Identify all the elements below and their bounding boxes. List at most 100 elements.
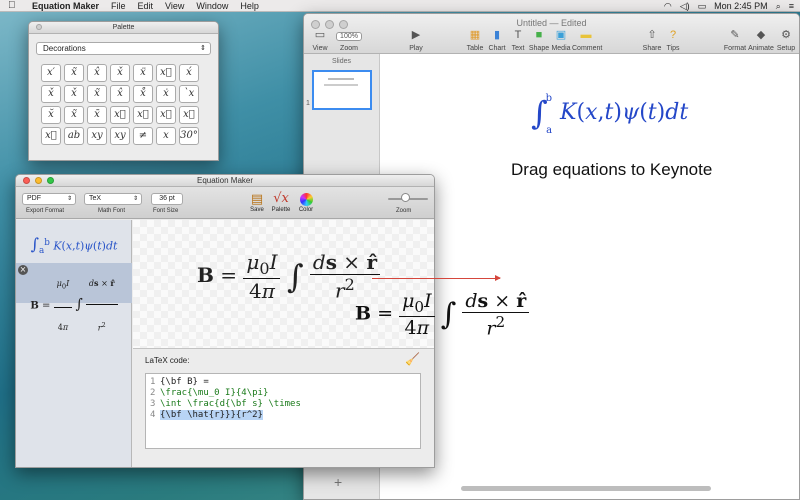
- palette-symbol-button[interactable]: x̃: [87, 85, 107, 103]
- broom-icon[interactable]: 🧹: [405, 352, 420, 366]
- palette-close-button[interactable]: [36, 24, 42, 30]
- export-format-select[interactable]: PDF ⇕: [22, 193, 76, 205]
- math-font-select[interactable]: TeX ⇕: [84, 193, 142, 205]
- palette-button[interactable]: √x Palette: [270, 191, 292, 213]
- palette-symbol-button[interactable]: x̂: [87, 64, 107, 82]
- share-icon: ⇧: [647, 29, 657, 41]
- palette-symbol-button[interactable]: ẋ: [156, 85, 176, 103]
- palette-symbol-button[interactable]: x̃: [64, 64, 84, 82]
- palette-symbol-button[interactable]: x⃛: [156, 64, 176, 82]
- tool-media[interactable]: ▣ Media: [550, 28, 572, 56]
- menu-clock[interactable]: Mon 2:45 PM: [714, 0, 768, 12]
- equation-list-item[interactable]: ∫ab K(x,t)ψ(t)dt: [16, 226, 132, 260]
- palette-symbol-button[interactable]: x́: [179, 64, 199, 82]
- close-button[interactable]: [23, 177, 30, 184]
- math-font-label: Math Font: [98, 208, 126, 214]
- palette-category-select[interactable]: Decorations ⇕: [36, 42, 211, 55]
- palette-symbol-button[interactable]: x̂: [110, 85, 130, 103]
- canvas-caption-text[interactable]: Drag equations to Keynote: [511, 160, 712, 180]
- volume-icon[interactable]: ◁): [680, 0, 690, 12]
- equation-maker-toolbar: PDF ⇕ Export Format TeX ⇕ Math Font 36 p…: [16, 187, 434, 219]
- keynote-toolbar: Untitled — Edited ▭ View 100% Zoom ▶ Pla…: [304, 14, 799, 54]
- tool-animate[interactable]: ◆ Animate: [748, 28, 774, 56]
- menu-help[interactable]: Help: [240, 0, 259, 12]
- palette-symbol-button[interactable]: x: [156, 127, 176, 145]
- palette-symbol-button[interactable]: x̌: [41, 85, 61, 103]
- menu-file[interactable]: File: [111, 0, 126, 12]
- palette-symbol-button[interactable]: x⃗: [110, 106, 130, 124]
- minimize-button[interactable]: [35, 177, 42, 184]
- drag-arrow-head: [495, 275, 501, 281]
- palette-symbol-button[interactable]: ab: [64, 127, 84, 145]
- slide-number: 1: [306, 100, 310, 107]
- latex-code-editor[interactable]: 1 {\bf B} = 2 \frac{\mu_0 I}{4\pi} 3 \int \…: [145, 373, 421, 449]
- palette-symbol-button[interactable]: `x: [179, 85, 199, 103]
- palette-symbol-button[interactable]: x̄: [87, 106, 107, 124]
- tool-zoom[interactable]: 100% Zoom: [334, 28, 364, 56]
- palette-symbol-button[interactable]: x⃡: [179, 106, 199, 124]
- color-button[interactable]: Color: [296, 191, 316, 213]
- tool-table[interactable]: ▦ Table: [464, 28, 486, 56]
- tool-share[interactable]: ⇧ Share: [641, 28, 663, 56]
- tool-chart[interactable]: ▮ Chart: [486, 28, 508, 56]
- palette-symbol-button[interactable]: x⃗: [41, 127, 61, 145]
- add-slide-button[interactable]: +: [334, 474, 342, 490]
- equation-list-item-selected[interactable]: × B = μ0I 4π ∫ ds × r̂ r2: [16, 263, 132, 333]
- palette-symbol-button[interactable]: xy: [110, 127, 130, 145]
- menu-app-name[interactable]: Equation Maker: [32, 1, 99, 11]
- export-format-label: Export Format: [26, 208, 65, 214]
- battery-icon[interactable]: ▭: [698, 0, 707, 12]
- horizontal-scrollbar[interactable]: [461, 486, 711, 491]
- play-icon: ▶: [411, 29, 421, 41]
- save-button[interactable]: ▤ Save: [248, 191, 266, 213]
- palette-symbol-button[interactable]: x⃡: [133, 106, 153, 124]
- code-line: 4 {\bf \hat{r}}}{r^2}: [150, 410, 263, 420]
- palette-symbol-button[interactable]: ≠: [133, 127, 153, 145]
- comment-icon: ▬: [580, 29, 592, 41]
- palette-symbol-button[interactable]: 30°: [179, 127, 199, 145]
- palette-window: Palette Decorations ⇕ x′ x̃ x̂ x̌ ẍ x⃛ x́ x̌ x̌ x…: [28, 21, 219, 161]
- wifi-icon[interactable]: ◠: [664, 0, 672, 12]
- tool-tips[interactable]: ? Tips: [663, 28, 683, 56]
- slide-thumbnail[interactable]: [312, 70, 372, 110]
- notification-icon[interactable]: ≡: [789, 0, 794, 12]
- zoom-select[interactable]: 100%: [336, 32, 362, 41]
- zoom-slider-knob[interactable]: [401, 193, 410, 202]
- tool-text[interactable]: T Text: [508, 28, 528, 56]
- chevron-updown-icon: ⇕: [132, 196, 138, 202]
- view-icon: ▭: [314, 29, 326, 41]
- menu-edit[interactable]: Edit: [138, 0, 154, 12]
- canvas-equation-integral[interactable]: ∫baK(x,t)ψ(t)dt: [531, 93, 688, 136]
- palette-symbol-button[interactable]: x′: [41, 64, 61, 82]
- zoom-button[interactable]: [47, 177, 54, 184]
- zoom-label: Zoom: [396, 208, 412, 214]
- tool-shape[interactable]: ■ Shape: [528, 28, 550, 56]
- palette-symbol-button[interactable]: x̃: [64, 106, 84, 124]
- slide-canvas[interactable]: ∫baK(x,t)ψ(t)dt Drag equations to Keynot…: [381, 54, 799, 499]
- font-size-field[interactable]: 36 pt: [151, 193, 183, 205]
- tool-comment[interactable]: ▬ Comment: [572, 28, 602, 56]
- palette-title: Palette: [112, 24, 135, 31]
- palette-symbol-button[interactable]: x⃖: [156, 106, 176, 124]
- palette-symbol-button[interactable]: x̌: [64, 85, 84, 103]
- preview-equation[interactable]: B = μ0I 4π ∫ ds × r̂ r2: [197, 250, 380, 303]
- tool-format[interactable]: ✎ Format: [723, 28, 747, 56]
- apple-icon[interactable]: : [8, 0, 20, 12]
- latex-code-label: LaTeX code:: [145, 356, 190, 365]
- palette-symbol-button[interactable]: x̊: [133, 85, 153, 103]
- code-line: 2 \frac{\mu_0 I}{4\pi}: [150, 388, 269, 398]
- spotlight-icon[interactable]: ⌕: [776, 0, 781, 12]
- menu-window[interactable]: Window: [196, 0, 228, 12]
- palette-symbol-button[interactable]: x̌: [110, 64, 130, 82]
- delete-icon[interactable]: ×: [18, 265, 28, 275]
- palette-symbol-button[interactable]: x̆: [41, 106, 61, 124]
- tool-view[interactable]: ▭ View: [309, 28, 331, 56]
- animate-icon: ◆: [756, 29, 766, 41]
- palette-symbol-button[interactable]: ẍ: [133, 64, 153, 82]
- palette-symbol-button[interactable]: xy: [87, 127, 107, 145]
- tool-setup[interactable]: ⚙ Setup: [775, 28, 797, 56]
- dragged-equation[interactable]: B = μ0I 4π ∫ ds × r̂ r2: [355, 290, 530, 339]
- tool-play[interactable]: ▶ Play: [404, 28, 428, 56]
- font-size-label: Font Size: [153, 208, 179, 214]
- menu-view[interactable]: View: [165, 0, 184, 12]
